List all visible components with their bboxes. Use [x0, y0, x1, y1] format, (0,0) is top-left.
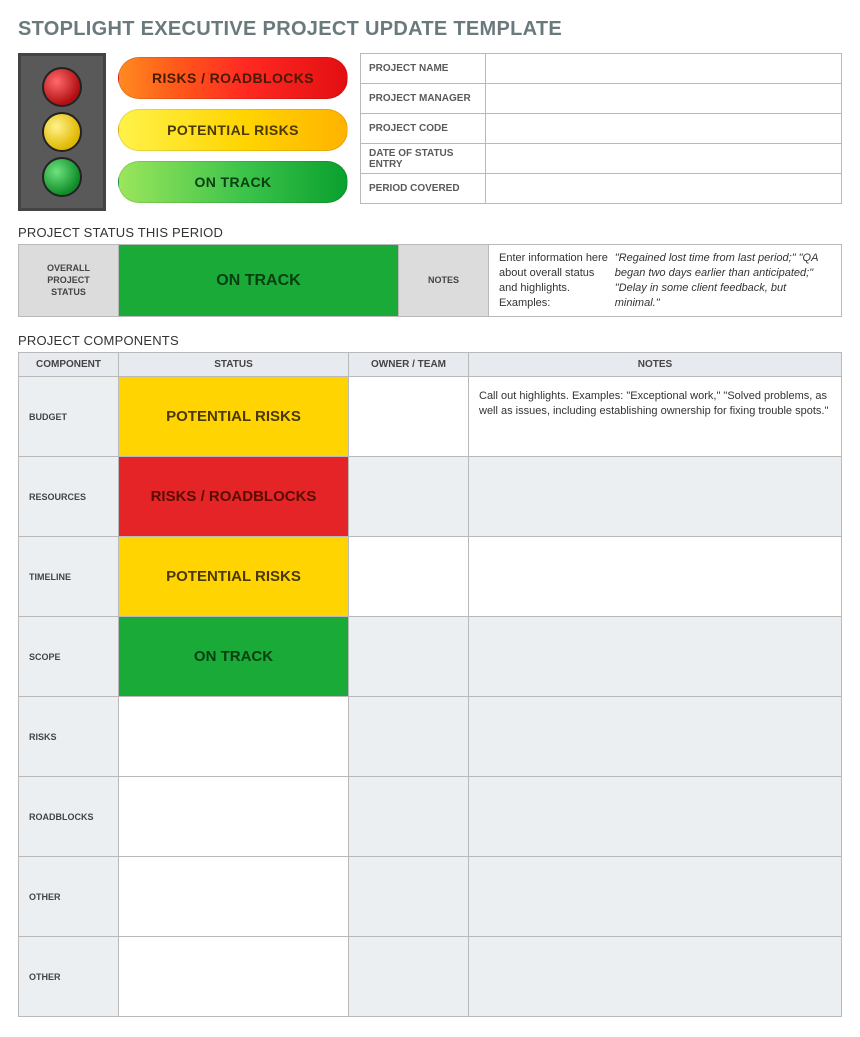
notes-label: NOTES	[399, 245, 489, 316]
meta-value[interactable]	[486, 174, 842, 204]
meta-value[interactable]	[486, 114, 842, 144]
component-label: BUDGET	[19, 377, 119, 457]
meta-value[interactable]	[486, 54, 842, 84]
table-row: SCOPEON TRACK	[19, 617, 842, 697]
meta-value[interactable]	[486, 144, 842, 174]
meta-label: PROJECT CODE	[361, 114, 486, 144]
component-notes[interactable]	[469, 697, 842, 777]
component-owner[interactable]	[349, 377, 469, 457]
table-row: OTHER	[19, 857, 842, 937]
table-row: ROADBLOCKS	[19, 777, 842, 857]
component-owner[interactable]	[349, 697, 469, 777]
table-row: TIMELINEPOTENTIAL RISKS	[19, 537, 842, 617]
overall-notes-intro: Enter information here about overall sta…	[499, 251, 615, 310]
table-row: RESOURCESRISKS / ROADBLOCKS	[19, 457, 842, 537]
component-status[interactable]: POTENTIAL RISKS	[119, 537, 349, 617]
overall-status-label: OVERALL PROJECT STATUS	[19, 245, 119, 316]
meta-label: DATE OF STATUS ENTRY	[361, 144, 486, 174]
stoplight-green-light-icon	[42, 157, 82, 197]
components-section-heading: PROJECT COMPONENTS	[18, 333, 842, 348]
component-owner[interactable]	[349, 537, 469, 617]
component-owner[interactable]	[349, 457, 469, 537]
legend-yellow: POTENTIAL RISKS	[118, 109, 348, 151]
component-label: SCOPE	[19, 617, 119, 697]
component-notes[interactable]	[469, 777, 842, 857]
components-column-header: COMPONENT	[19, 353, 119, 377]
components-column-header: OWNER / TEAM	[349, 353, 469, 377]
component-status[interactable]	[119, 697, 349, 777]
table-row: OTHER	[19, 937, 842, 1017]
stoplight-red-light-icon	[42, 67, 82, 107]
component-status[interactable]: RISKS / ROADBLOCKS	[119, 457, 349, 537]
stoplight-icon	[18, 53, 106, 211]
component-status[interactable]: POTENTIAL RISKS	[119, 377, 349, 457]
component-owner[interactable]	[349, 857, 469, 937]
meta-row: PROJECT MANAGER	[361, 84, 842, 114]
component-notes[interactable]	[469, 457, 842, 537]
legend-column: RISKS / ROADBLOCKS POTENTIAL RISKS ON TR…	[118, 53, 348, 203]
meta-row: PROJECT NAME	[361, 54, 842, 84]
project-meta-table: PROJECT NAMEPROJECT MANAGERPROJECT CODED…	[360, 53, 842, 204]
component-status[interactable]	[119, 937, 349, 1017]
component-notes[interactable]: Call out highlights. Examples: "Exceptio…	[469, 377, 842, 457]
component-owner[interactable]	[349, 617, 469, 697]
components-column-header: NOTES	[469, 353, 842, 377]
component-notes[interactable]	[469, 617, 842, 697]
table-row: BUDGETPOTENTIAL RISKS Call out highlights…	[19, 377, 842, 457]
meta-row: DATE OF STATUS ENTRY	[361, 144, 842, 174]
table-row: RISKS	[19, 697, 842, 777]
component-status[interactable]: ON TRACK	[119, 617, 349, 697]
legend-red: RISKS / ROADBLOCKS	[118, 57, 348, 99]
meta-row: PERIOD COVERED	[361, 174, 842, 204]
component-status[interactable]	[119, 777, 349, 857]
top-row: RISKS / ROADBLOCKS POTENTIAL RISKS ON TR…	[18, 53, 842, 211]
component-status[interactable]	[119, 857, 349, 937]
components-table: COMPONENTSTATUSOWNER / TEAMNOTES BUDGETP…	[18, 352, 842, 1017]
component-label: TIMELINE	[19, 537, 119, 617]
component-owner[interactable]	[349, 777, 469, 857]
meta-label: PROJECT NAME	[361, 54, 486, 84]
meta-value[interactable]	[486, 84, 842, 114]
component-label: OTHER	[19, 937, 119, 1017]
meta-row: PROJECT CODE	[361, 114, 842, 144]
meta-label: PERIOD COVERED	[361, 174, 486, 204]
component-notes[interactable]	[469, 537, 842, 617]
stoplight-yellow-light-icon	[42, 112, 82, 152]
component-owner[interactable]	[349, 937, 469, 1017]
components-column-header: STATUS	[119, 353, 349, 377]
overall-notes-cell[interactable]: Enter information here about overall sta…	[489, 245, 841, 316]
component-label: RESOURCES	[19, 457, 119, 537]
component-label: ROADBLOCKS	[19, 777, 119, 857]
overall-status-row: OVERALL PROJECT STATUS ON TRACK NOTES En…	[18, 244, 842, 317]
component-label: RISKS	[19, 697, 119, 777]
component-label: OTHER	[19, 857, 119, 937]
meta-label: PROJECT MANAGER	[361, 84, 486, 114]
page-title: STOPLIGHT EXECUTIVE PROJECT UPDATE TEMPL…	[18, 18, 842, 41]
status-section-heading: PROJECT STATUS THIS PERIOD	[18, 225, 842, 240]
legend-green: ON TRACK	[118, 161, 348, 203]
component-notes[interactable]	[469, 937, 842, 1017]
overall-status-value[interactable]: ON TRACK	[119, 245, 399, 316]
overall-notes-examples: "Regained lost time from last period;" "…	[615, 251, 831, 310]
component-notes[interactable]	[469, 857, 842, 937]
